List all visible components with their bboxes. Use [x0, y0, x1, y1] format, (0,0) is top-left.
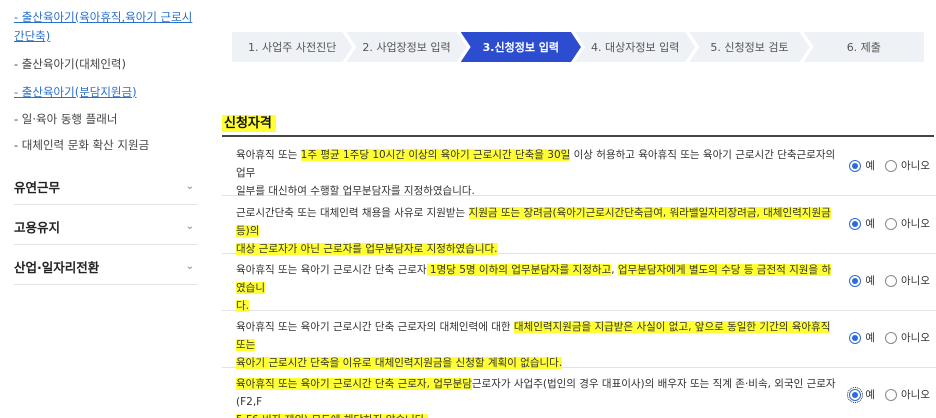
text-segment: 육아휴직 또는 육아기 근로시간 단축 근로자: [236, 264, 427, 276]
question-line: 5,F6 비자 제외) 모두에 해당하지 않습니다.: [236, 411, 836, 418]
yes-no-radio-group: 예 아니오: [839, 330, 930, 345]
text-segment: 육아휴직 또는 육아기 근로시간 단축 근로자의 대체인력에 대한: [236, 321, 514, 333]
sidebar-subitem-culture-subsidy[interactable]: - 대체인력 문화 확산 지원금: [14, 137, 149, 154]
yes-no-radio-group: 예 아니오: [839, 273, 930, 288]
eligibility-question-text: 근로시간단축 또는 대체인력 채용을 사유로 지원받는 지원금 또는 장려금(육…: [236, 204, 836, 258]
section-title-rule: [222, 135, 934, 137]
radio-no-label: 아니오: [901, 332, 930, 344]
radio-yes-label: 예: [865, 332, 876, 344]
step-2: 2. 사업장정보 입력: [346, 32, 466, 62]
divider: [14, 204, 198, 205]
divider: [14, 284, 198, 285]
sidebar-category-industry-transition[interactable]: 산업·일자리전환 ⌄: [14, 252, 198, 280]
radio-yes-label: 예: [865, 275, 876, 287]
sidebar: - 출산육아기(육아휴직,육아기 근로시 간단축) - 출산육아기(대체인력) …: [0, 0, 210, 418]
step-3: 3.신청정보 입력: [461, 32, 581, 62]
chevron-down-icon: ⌄: [185, 220, 194, 232]
eligibility-question-row: 근로시간단축 또는 대체인력 채용을 사유로 지원받는 지원금 또는 장려금(육…: [222, 196, 936, 255]
highlighted-text: 5,F6 비자 제외) 모두에 해당하지 않습니다.: [236, 414, 428, 418]
section-title: 신청자격: [222, 115, 276, 132]
sidebar-subitem-parental-leave-cont[interactable]: 간단축): [14, 28, 50, 45]
radio-no[interactable]: 아니오: [885, 273, 930, 288]
yes-no-radio-group: 예 아니오: [839, 386, 930, 403]
radio-no[interactable]: 아니오: [885, 216, 930, 231]
radio-yes-circle[interactable]: [849, 159, 862, 172]
step-4: 4. 대상자정보 입력: [575, 32, 695, 62]
sidebar-category-flexible-work[interactable]: 유연근무 ⌄: [14, 172, 198, 200]
eligibility-question-row: 육아휴직 또는 육아기 근로시간 단축 근로자 1명당 5명 이하의 업무분담자…: [222, 254, 936, 312]
yes-no-radio-group: 예 아니오: [839, 216, 930, 231]
radio-no-label: 아니오: [901, 218, 930, 230]
radio-yes-circle[interactable]: [849, 217, 862, 230]
eligibility-question-row: 육아휴직 또는 육아기 근로시간 단축 근로자, 업무분담근로자가 사업주(법인…: [222, 368, 936, 418]
radio-no-circle[interactable]: [885, 388, 898, 401]
eligibility-question-text: 육아휴직 또는 육아기 근로시간 단축 근로자의 대체인력에 대한 대체인력지원…: [236, 318, 836, 372]
radio-no-label: 아니오: [901, 389, 930, 401]
radio-yes[interactable]: 예: [849, 158, 875, 173]
sidebar-subitem-parental-leave[interactable]: - 출산육아기(육아휴직,육아기 근로시: [14, 9, 192, 26]
radio-yes-label: 예: [865, 389, 876, 401]
step-6: 6. 제출: [803, 32, 924, 62]
question-line: 근로시간단축 또는 대체인력 채용을 사유로 지원받는 지원금 또는 장려금(육…: [236, 204, 836, 240]
radio-yes-label: 예: [865, 218, 876, 230]
step-1: 1. 사업주 사전진단: [232, 32, 352, 62]
text-segment: ,: [611, 264, 618, 276]
radio-no[interactable]: 아니오: [885, 387, 930, 402]
chevron-down-icon: ⌄: [185, 260, 194, 272]
radio-yes-circle[interactable]: [849, 331, 862, 344]
radio-no-circle[interactable]: [885, 331, 898, 344]
text-segment: 근로시간단축 또는 대체인력 채용을 사유로 지원받는: [236, 207, 469, 219]
radio-no[interactable]: 아니오: [885, 158, 930, 173]
radio-yes-circle[interactable]: [847, 386, 864, 403]
step-5: 5. 신청정보 검토: [689, 32, 809, 62]
radio-yes[interactable]: 예: [849, 330, 875, 345]
highlighted-text: 1주 평균 1주당 10시간 이상의 육아기 근로시간 단축을 30일: [300, 149, 571, 161]
radio-no-circle[interactable]: [885, 217, 898, 230]
eligibility-question-row: 육아휴직 또는 육아기 근로시간 단축 근로자의 대체인력에 대한 대체인력지원…: [222, 311, 936, 369]
question-line: 육아휴직 또는 육아기 근로시간 단축 근로자의 대체인력에 대한 대체인력지원…: [236, 318, 836, 354]
sidebar-subitem-substitute[interactable]: - 출산육아기(대체인력): [14, 56, 126, 73]
radio-yes-label: 예: [865, 160, 876, 172]
radio-no-label: 아니오: [901, 275, 930, 287]
question-line: 육아휴직 또는 육아기 근로시간 단축 근로자, 업무분담근로자가 사업주(법인…: [236, 375, 836, 411]
eligibility-question-text: 육아휴직 또는 육아기 근로시간 단축 근로자, 업무분담근로자가 사업주(법인…: [236, 375, 836, 418]
progress-stepper: 1. 사업주 사전진단 2. 사업장정보 입력 3.신청정보 입력 4. 대상자정보 …: [232, 32, 924, 62]
radio-yes-circle[interactable]: [849, 274, 862, 287]
chevron-down-icon: ⌄: [185, 180, 194, 192]
question-line: 육아휴직 또는 1주 평균 1주당 10시간 이상의 육아기 근로시간 단축을 …: [236, 146, 836, 182]
radio-no-label: 아니오: [901, 160, 930, 172]
question-line: 육아휴직 또는 육아기 근로시간 단축 근로자 1명당 5명 이하의 업무분담자…: [236, 261, 836, 297]
sidebar-subitem-sharing-subsidy[interactable]: - 출산육아기(분담지원금): [14, 84, 137, 101]
text-segment: 육아휴직 또는: [236, 149, 301, 161]
highlighted-text: 1명당 5명 이하의 업무분담자를 지정하고: [426, 264, 612, 276]
eligibility-question-text: 육아휴직 또는 육아기 근로시간 단축 근로자 1명당 5명 이하의 업무분담자…: [236, 261, 836, 315]
eligibility-question-row: 육아휴직 또는 1주 평균 1주당 10시간 이상의 육아기 근로시간 단축을 …: [222, 140, 936, 197]
eligibility-question-text: 육아휴직 또는 1주 평균 1주당 10시간 이상의 육아기 근로시간 단축을 …: [236, 146, 836, 200]
radio-no[interactable]: 아니오: [885, 330, 930, 345]
yes-no-radio-group: 예 아니오: [839, 158, 930, 173]
radio-no-circle[interactable]: [885, 159, 898, 172]
radio-yes[interactable]: 예: [849, 273, 875, 288]
radio-no-circle[interactable]: [885, 274, 898, 287]
divider: [14, 244, 198, 245]
highlighted-text: 육아휴직 또는 육아기 근로시간 단축 근로자, 업무분담: [236, 378, 472, 390]
radio-yes[interactable]: 예: [847, 386, 876, 403]
radio-yes[interactable]: 예: [849, 216, 875, 231]
sidebar-category-employment[interactable]: 고용유지 ⌄: [14, 212, 198, 240]
sidebar-subitem-planner[interactable]: - 일·육아 동행 플래너: [14, 111, 117, 128]
